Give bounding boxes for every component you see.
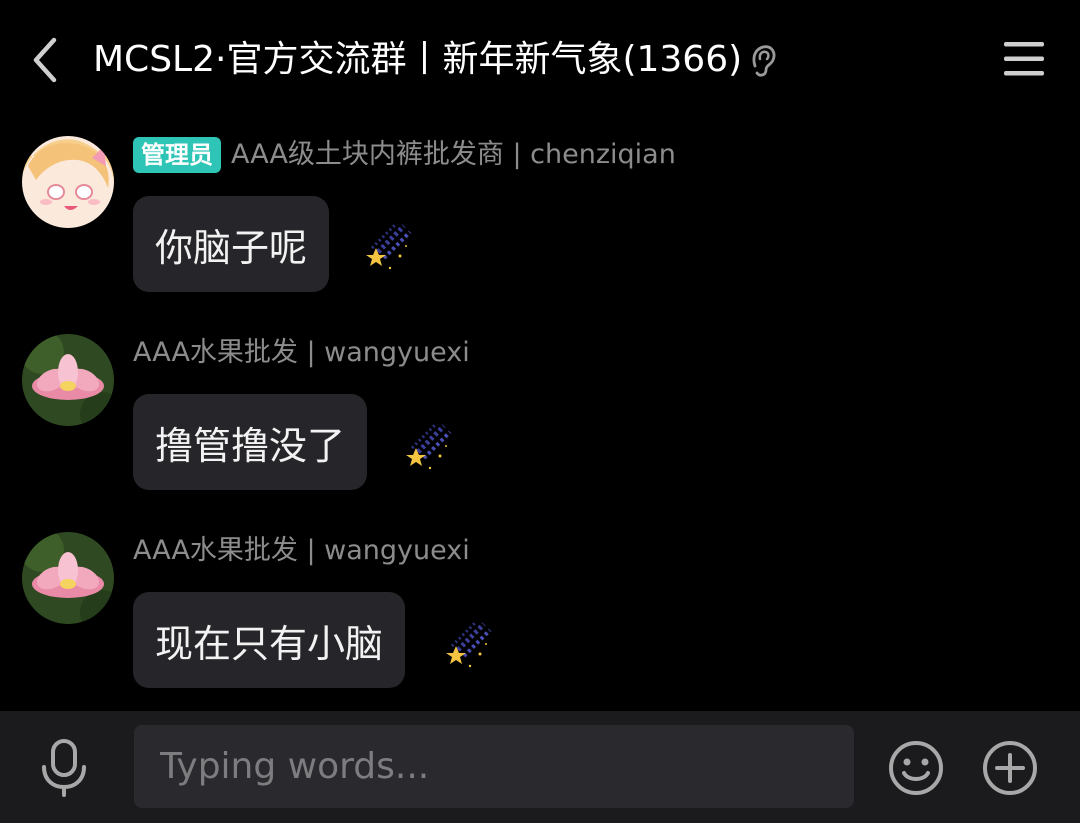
chevron-left-icon bbox=[33, 37, 57, 83]
message-text: 现在只有小脑 bbox=[155, 621, 384, 666]
sender-name[interactable]: AAA水果批发 | wangyuexi bbox=[133, 334, 470, 372]
anime-girl-avatar[interactable] bbox=[22, 136, 114, 228]
message-text: 你脑子呢 bbox=[155, 225, 308, 270]
message-text: 撸管撸没了 bbox=[155, 423, 346, 468]
message-bubble[interactable]: 现在只有小脑 bbox=[133, 592, 406, 688]
lotus-flower-avatar[interactable] bbox=[22, 532, 114, 624]
smiley-icon[interactable] bbox=[887, 739, 945, 797]
hamburger-menu-icon[interactable] bbox=[998, 36, 1050, 82]
message-bubble[interactable]: 撸管撸没了 bbox=[133, 394, 368, 490]
microphone-icon[interactable] bbox=[36, 737, 92, 797]
sender-name[interactable]: AAA水果批发 | wangyuexi bbox=[133, 532, 470, 570]
message-input[interactable] bbox=[134, 725, 854, 808]
ear-icon[interactable] bbox=[747, 40, 779, 80]
shooting-star-sticker[interactable] bbox=[440, 616, 496, 672]
shooting-star-sticker[interactable] bbox=[360, 218, 416, 274]
message-input-bar bbox=[0, 711, 1080, 823]
plus-circle-icon[interactable] bbox=[981, 739, 1039, 797]
group-title[interactable]: MCSL2·官方交流群丨新年新气象(1366) bbox=[93, 36, 742, 84]
sender-line: AAA水果批发 | wangyuexi bbox=[133, 532, 470, 570]
admin-badge: 管理员 bbox=[133, 137, 221, 173]
back-button[interactable] bbox=[20, 32, 70, 88]
chat-header: MCSL2·官方交流群丨新年新气象(1366) bbox=[0, 0, 1080, 120]
sender-line: AAA水果批发 | wangyuexi bbox=[133, 334, 470, 372]
shooting-star-sticker[interactable] bbox=[400, 418, 456, 474]
sender-line: 管理员 AAA级土块内裤批发商 | chenziqian bbox=[133, 136, 676, 174]
lotus-flower-avatar[interactable] bbox=[22, 334, 114, 426]
sender-name[interactable]: AAA级土块内裤批发商 | chenziqian bbox=[231, 136, 676, 174]
message-bubble[interactable]: 你脑子呢 bbox=[133, 196, 330, 292]
